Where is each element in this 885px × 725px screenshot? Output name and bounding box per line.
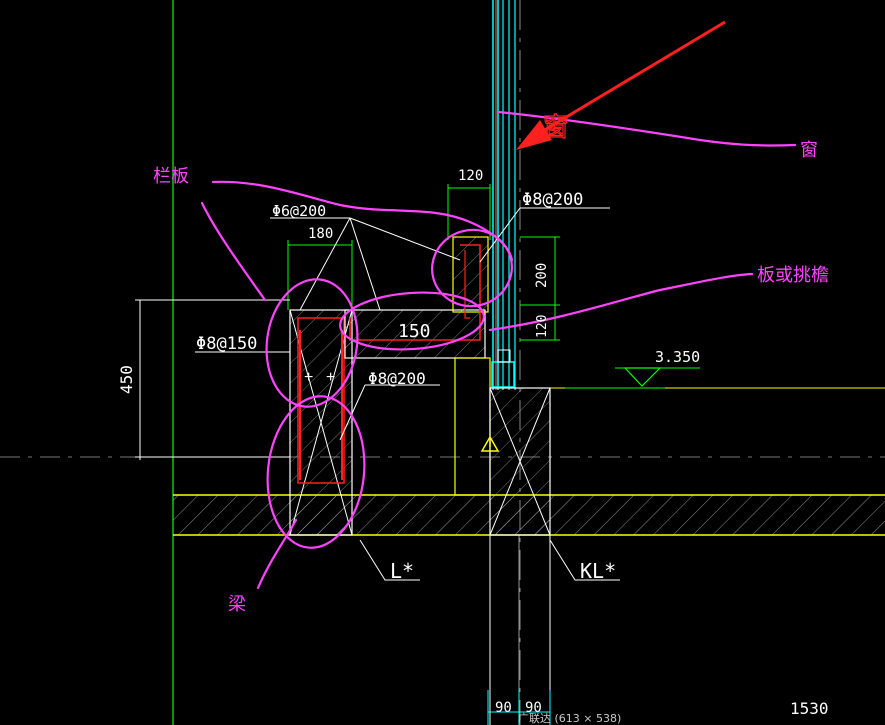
- annotation-slab-or-eave: 板或挑檐: [757, 265, 829, 286]
- dim-elevation: 3.350: [655, 348, 700, 366]
- annotation-beam: 梁: [228, 594, 246, 615]
- beam-kl: [489, 387, 885, 725]
- annotation-parapet: 栏板: [153, 166, 189, 187]
- label-beam-kl: KL*: [580, 559, 616, 583]
- dim-bottom-far: 1530: [790, 699, 829, 718]
- cad-drawing-canvas: + + 120 Φ8@200 Φ6@200 180 200 120 450 Φ8…: [0, 0, 885, 725]
- dim-slab-rebar: Φ8@200: [522, 190, 583, 210]
- dim-upturn-height: 200: [534, 263, 550, 288]
- axis-lines: [0, 0, 885, 725]
- annotation-window: 窗: [800, 140, 818, 161]
- status-watermark: 广联达 (613 × 538): [518, 712, 621, 725]
- dim-parapet-rebar: Φ6@200: [272, 202, 326, 220]
- label-beam-l: L*: [390, 559, 414, 583]
- elevation-marker-icon: [565, 367, 700, 389]
- dim-slab-thickness: 120: [535, 315, 550, 338]
- dim-beam-height: 450: [117, 365, 136, 394]
- plus-mark-left: +: [304, 369, 313, 386]
- dim-beam-rebar: Φ8@200: [368, 369, 426, 388]
- annotation-window-arrow: 窗: [543, 112, 569, 142]
- dim-slab-length: 150: [398, 321, 431, 342]
- dim-parapet-width: 180: [308, 226, 333, 242]
- beam-l: + +: [289, 309, 353, 536]
- dim-bottom-left: 90: [495, 700, 512, 716]
- plus-mark-right: +: [326, 369, 335, 386]
- dim-beam-stirrup: Φ8@150: [196, 334, 257, 354]
- dim-top-width: 120: [458, 168, 483, 184]
- window-glass-lines: [492, 0, 516, 390]
